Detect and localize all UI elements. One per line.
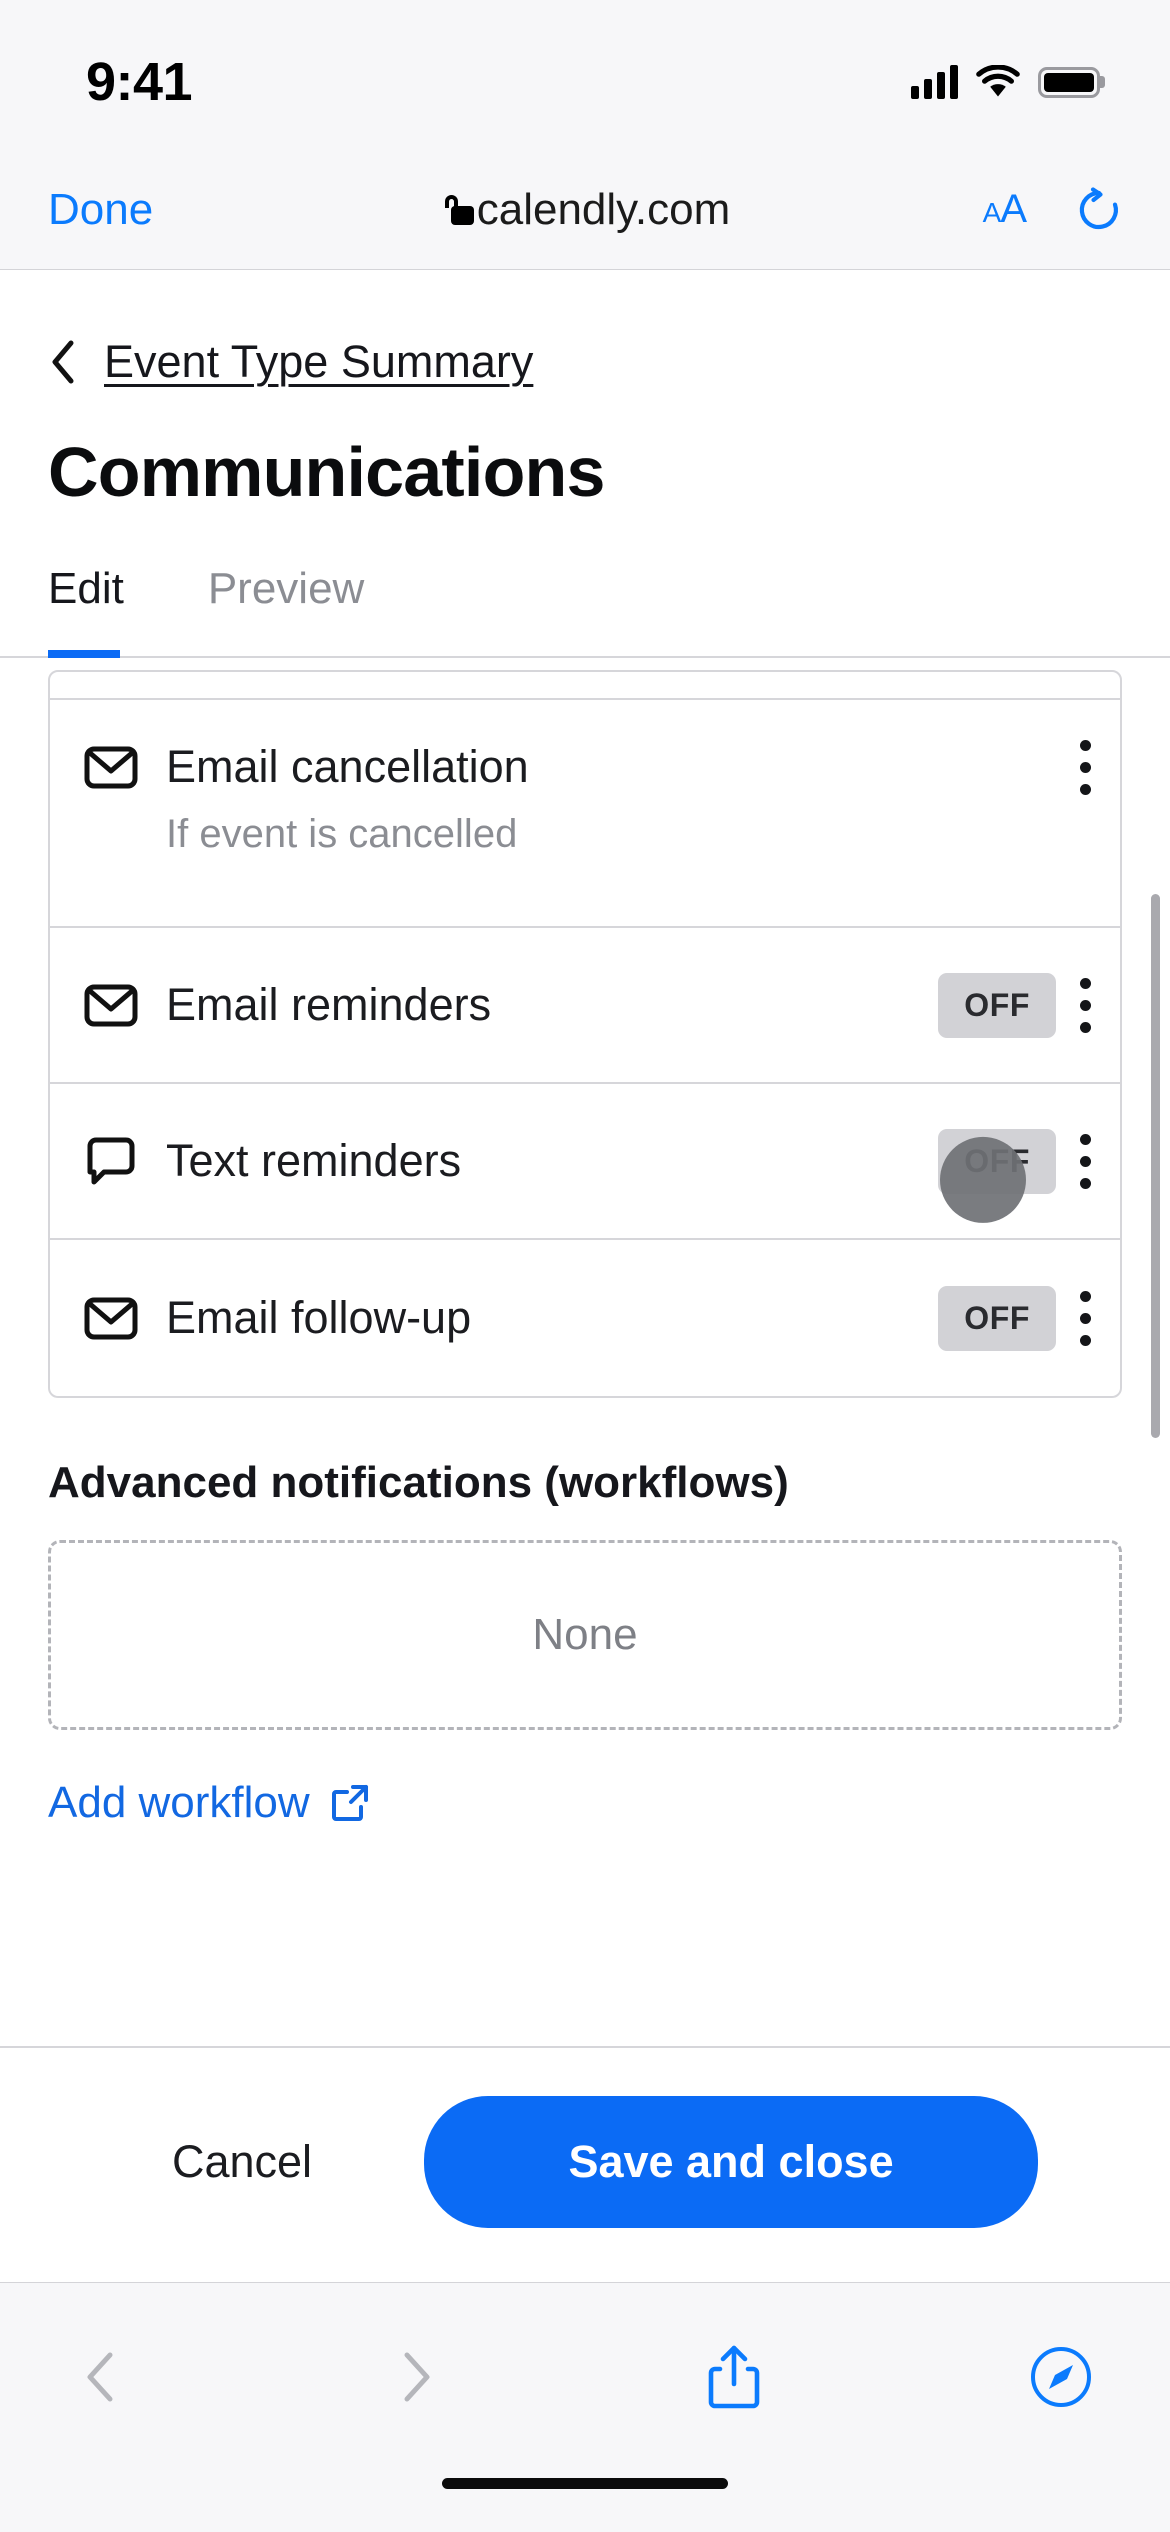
notification-label: Email reminders (166, 979, 492, 1030)
notification-row-email-reminders[interactable]: Email reminders OFF (50, 928, 1120, 1084)
safari-bottom-toolbar (0, 2282, 1170, 2470)
status-bar: 9:41 (0, 0, 1170, 150)
save-and-close-button[interactable]: Save and close (424, 2096, 1039, 2228)
iphone-screen: 9:41 Done calendly.com AAAA (0, 0, 1170, 2532)
status-badge[interactable]: OFF (938, 1285, 1056, 1351)
cellular-bars-icon (911, 65, 958, 99)
workflows-empty-text: None (532, 1610, 638, 1659)
envelope-icon (84, 740, 138, 794)
notifications-card: Email cancellation If event is cancelled (48, 670, 1122, 1398)
scroll-region[interactable]: Email cancellation If event is cancelled (0, 658, 1170, 2046)
tab-active-indicator (48, 650, 120, 658)
safari-done-button[interactable]: Done (48, 185, 153, 235)
kebab-menu-icon[interactable] (1078, 1290, 1092, 1346)
kebab-menu-icon[interactable] (1078, 977, 1092, 1033)
notification-row-email-follow-up[interactable]: Email follow-up OFF (50, 1240, 1120, 1396)
web-page-content: Event Type Summary Communications Edit P… (0, 270, 1170, 2282)
safari-url-text: calendly.com (476, 184, 731, 234)
notification-sublabel: If event is cancelled (166, 812, 518, 856)
tab-edit[interactable]: Edit (48, 564, 124, 614)
kebab-menu-icon[interactable] (1078, 740, 1092, 795)
wifi-icon (976, 64, 1020, 99)
status-bar-time: 9:41 (86, 52, 193, 112)
chevron-left-icon[interactable] (78, 2349, 124, 2405)
tab-bar: Edit Preview (0, 512, 1170, 614)
scrollbar-thumb[interactable] (1151, 894, 1160, 1438)
page-title: Communications (48, 433, 605, 511)
reload-icon[interactable] (1076, 186, 1122, 233)
notification-label: Email follow-up (166, 1292, 472, 1343)
form-action-bar: Cancel Save and close (0, 2046, 1170, 2282)
notification-label: Email cancellation (166, 741, 529, 792)
notification-row-text-reminders[interactable]: Text reminders OFF (50, 1084, 1120, 1240)
external-link-icon (330, 1783, 370, 1823)
chat-bubble-icon (84, 1134, 138, 1188)
chevron-left-icon[interactable] (48, 339, 78, 385)
workflows-empty-box: None (48, 1540, 1122, 1730)
tab-preview[interactable]: Preview (208, 564, 365, 614)
kebab-menu-icon[interactable] (1078, 1133, 1092, 1189)
chevron-right-icon[interactable] (393, 2349, 439, 2405)
breadcrumb[interactable]: Event Type Summary (0, 270, 1170, 388)
notification-row-email-cancellation[interactable]: Email cancellation If event is cancelled (50, 700, 1120, 928)
touch-indicator (940, 1136, 1026, 1223)
status-bar-indicators (911, 14, 1100, 150)
partial-row-above (50, 672, 1120, 700)
envelope-icon (84, 1291, 138, 1345)
envelope-icon (84, 978, 138, 1032)
home-indicator (442, 2478, 728, 2489)
notification-label: Text reminders (166, 1135, 462, 1186)
cancel-button[interactable]: Cancel (132, 2108, 352, 2216)
advanced-notifications-heading: Advanced notifications (workflows) (48, 1458, 789, 1507)
add-workflow-label: Add workflow (48, 1778, 310, 1827)
breadcrumb-link[interactable]: Event Type Summary (104, 336, 533, 388)
add-workflow-link[interactable]: Add workflow (0, 1730, 1170, 1828)
battery-full-icon (1038, 66, 1100, 98)
safari-toolbar: Done calendly.com AAAA (0, 150, 1170, 270)
lock-icon (440, 194, 475, 225)
home-indicator-area (0, 2470, 1170, 2532)
compass-icon[interactable] (1030, 2346, 1092, 2408)
share-icon[interactable] (707, 2344, 761, 2410)
text-size-button[interactable]: AAAA (983, 187, 1027, 232)
status-badge[interactable]: OFF (938, 972, 1056, 1038)
